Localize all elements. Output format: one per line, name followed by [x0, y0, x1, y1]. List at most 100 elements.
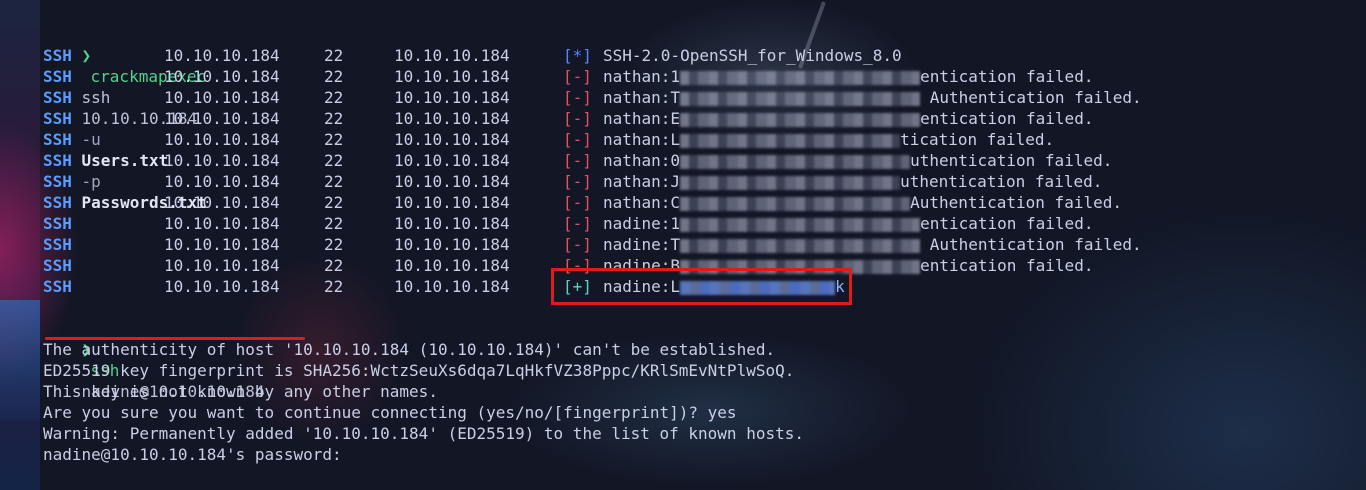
- host-ip: 10.10.10.184: [164, 130, 280, 149]
- port-number: 22: [324, 151, 344, 170]
- target-ip: 10.10.10.184: [394, 214, 510, 233]
- protocol-label: SSH: [43, 88, 72, 107]
- redacted-password: [680, 133, 901, 148]
- target-ip: 10.10.10.184: [394, 46, 510, 65]
- target-ip: 10.10.10.184: [394, 172, 510, 191]
- result-message: nathan:E entication failed.: [603, 108, 1093, 129]
- result-message: nathan:1 entication failed.: [603, 66, 1093, 87]
- target-ip: 10.10.10.184: [394, 277, 510, 296]
- status-marker: [-]: [563, 88, 592, 107]
- status-marker: [-]: [563, 151, 592, 170]
- protocol-label: SSH: [43, 172, 72, 191]
- command-arg-value: Users.txt: [81, 151, 169, 170]
- credential-prefix: nathan:L: [603, 130, 681, 149]
- status-marker: [*]: [563, 46, 592, 65]
- result-message: nathan:0 uthentication failed.: [603, 150, 1112, 171]
- result-message: nathan:J uthentication failed.: [603, 171, 1102, 192]
- host-ip: 10.10.10.184: [164, 109, 280, 128]
- command-arg: ssh: [81, 88, 111, 107]
- port-number: 22: [324, 214, 344, 233]
- port-number: 22: [324, 67, 344, 86]
- command-flag: -u: [81, 130, 101, 149]
- ssh-output-line: Warning: Permanently added '10.10.10.184…: [43, 424, 804, 443]
- redacted-password: [680, 196, 911, 211]
- command-flag: -p: [81, 172, 101, 191]
- status-marker: [-]: [563, 235, 592, 254]
- result-status-text: entication failed.: [920, 256, 1094, 275]
- result-status-text: entication failed.: [920, 109, 1094, 128]
- result-status-text: uthentication failed.: [900, 172, 1103, 191]
- target-ip: 10.10.10.184: [394, 88, 510, 107]
- status-marker: [-]: [563, 193, 592, 212]
- ssh-password-prompt[interactable]: nadine@10.10.10.184's password:: [43, 444, 342, 465]
- result-status-text: Authentication failed.: [920, 235, 1142, 254]
- protocol-label: SSH: [43, 67, 72, 86]
- protocol-label: SSH: [43, 151, 72, 170]
- port-number: 22: [324, 277, 344, 296]
- target-ip: 10.10.10.184: [394, 67, 510, 86]
- host-ip: 10.10.10.184: [164, 151, 280, 170]
- protocol-label: SSH: [43, 193, 72, 212]
- protocol-label: SSH: [43, 256, 72, 275]
- credential-prefix: nadine:T: [603, 235, 681, 254]
- command-line-1: ❯ crackmapexec ssh 10.10.10.184 -u Users…: [43, 24, 207, 212]
- credential-prefix: nathan:J: [603, 172, 681, 191]
- result-message: nadine:1 entication failed.: [603, 213, 1093, 234]
- ssh-output-line: ED25519 key fingerprint is SHA256:WctzSe…: [43, 361, 795, 380]
- protocol-label: SSH: [43, 130, 72, 149]
- credential-prefix: SSH-2.0-OpenSSH_for_Windows_8.0: [603, 46, 902, 65]
- target-ip: 10.10.10.184: [394, 109, 510, 128]
- port-number: 22: [324, 256, 344, 275]
- target-ip: 10.10.10.184: [394, 193, 510, 212]
- status-marker: [-]: [563, 172, 592, 191]
- port-number: 22: [324, 46, 344, 65]
- result-message: SSH-2.0-OpenSSH_for_Windows_8.0: [603, 45, 902, 66]
- result-status-text: entication failed.: [920, 67, 1094, 86]
- host-ip: 10.10.10.184: [164, 46, 280, 65]
- protocol-label: SSH: [43, 235, 72, 254]
- result-message: nathan:T Authentication failed.: [603, 87, 1142, 108]
- credential-prefix: nadine:1: [603, 214, 681, 233]
- host-ip: 10.10.10.184: [164, 256, 280, 275]
- ssh-output-line: This key is not known by any other names…: [43, 382, 438, 401]
- success-highlight-box: [551, 268, 852, 305]
- port-number: 22: [324, 172, 344, 191]
- protocol-label: SSH: [43, 277, 72, 296]
- protocol-label: SSH: [43, 109, 72, 128]
- status-marker: [-]: [563, 130, 592, 149]
- host-ip: 10.10.10.184: [164, 235, 280, 254]
- status-marker: [-]: [563, 109, 592, 128]
- host-ip: 10.10.10.184: [164, 88, 280, 107]
- result-status-text: Authentication failed.: [910, 193, 1122, 212]
- result-status-text: tication failed.: [900, 130, 1055, 149]
- protocol-label: SSH: [43, 214, 72, 233]
- port-number: 22: [324, 193, 344, 212]
- host-ip: 10.10.10.184: [164, 193, 280, 212]
- target-ip: 10.10.10.184: [394, 235, 510, 254]
- port-number: 22: [324, 109, 344, 128]
- ssh-output-line: The authenticity of host '10.10.10.184 (…: [43, 340, 776, 359]
- host-ip: 10.10.10.184: [164, 214, 280, 233]
- status-marker: [-]: [563, 214, 592, 233]
- status-marker: [-]: [563, 67, 592, 86]
- ssh-output-line: Are you sure you want to continue connec…: [43, 403, 737, 422]
- redacted-password: [680, 70, 921, 85]
- prompt-arrow-icon: ❯: [81, 46, 92, 65]
- target-ip: 10.10.10.184: [394, 130, 510, 149]
- redacted-password: [680, 175, 901, 190]
- port-number: 22: [324, 235, 344, 254]
- redacted-password: [680, 154, 911, 169]
- target-ip: 10.10.10.184: [394, 151, 510, 170]
- redacted-password: [680, 217, 921, 232]
- credential-prefix: nathan:0: [603, 151, 681, 170]
- port-number: 22: [324, 88, 344, 107]
- host-ip: 10.10.10.184: [164, 172, 280, 191]
- credential-prefix: nathan:E: [603, 109, 681, 128]
- redacted-password: [680, 238, 921, 253]
- result-status-text: Authentication failed.: [920, 88, 1142, 107]
- result-message: nadine:T Authentication failed.: [603, 234, 1142, 255]
- terminal-window[interactable]: ❯ crackmapexec ssh 10.10.10.184 -u Users…: [0, 0, 1366, 490]
- host-ip: 10.10.10.184: [164, 277, 280, 296]
- credential-prefix: nathan:T: [603, 88, 681, 107]
- port-number: 22: [324, 130, 344, 149]
